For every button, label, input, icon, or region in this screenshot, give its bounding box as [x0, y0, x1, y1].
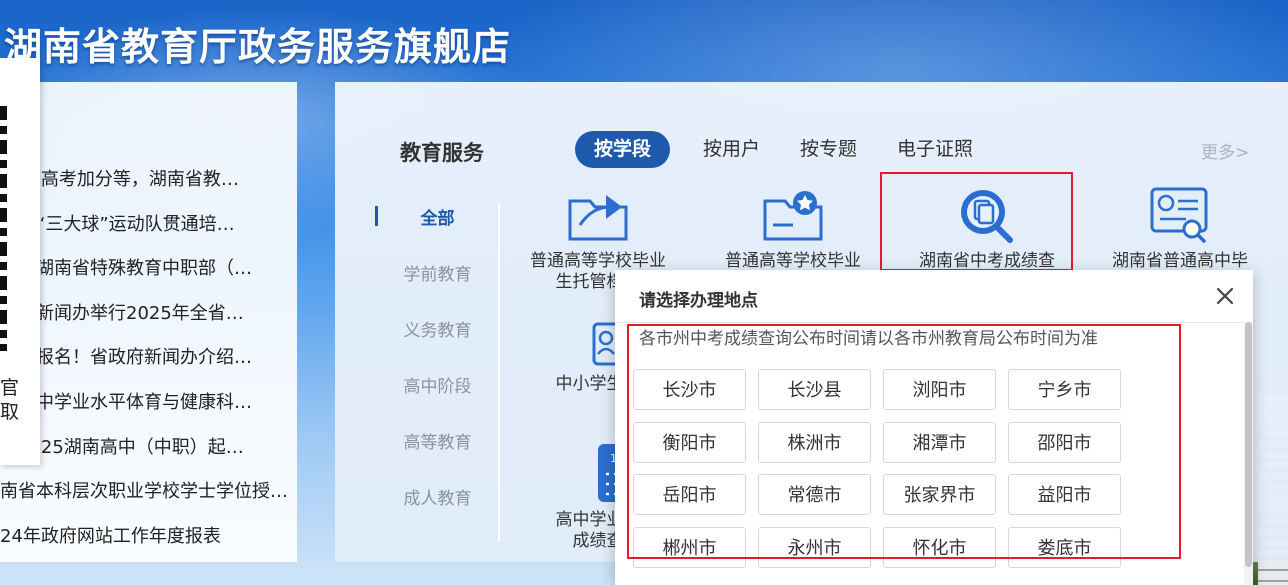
news-item[interactable]: 董《湖南省特殊教育中职部（…: [0, 251, 297, 296]
news-item[interactable]: 南省本科层次职业学校学士学位授…: [0, 474, 297, 519]
service-hs-graduate-cert[interactable]: 湖南省普通高中毕: [1090, 185, 1270, 272]
news-item[interactable]: 学校“三大球”运动队贯通培…: [0, 207, 297, 252]
modal-header: 请选择办理地点: [615, 270, 1253, 323]
highlight-box-cities: [627, 324, 1181, 559]
news-list: 26年高考加分等，湖南省教… 学校“三大球”运动队贯通培… 董《湖南省特殊教育中…: [0, 162, 297, 563]
tab-by-topic[interactable]: 按专题: [800, 131, 857, 168]
stage-divider: [498, 202, 500, 542]
modal-scrollbar[interactable]: [1244, 322, 1253, 585]
tab-by-stage[interactable]: 按学段: [575, 131, 671, 168]
highlight-box-service: [880, 172, 1073, 271]
archive-transfer-icon: [568, 195, 628, 241]
news-item[interactable]: 24年政府网站工作年度报表: [0, 519, 297, 564]
qr-code-image: [0, 106, 7, 351]
news-item[interactable]: 政府新闻办举行2025年全省…: [0, 296, 297, 341]
more-link[interactable]: 更多>: [1201, 138, 1249, 163]
news-item[interactable]: 26年高考加分等，湖南省教…: [0, 162, 297, 207]
news-item[interactable]: 考生报名！省政府新闻办介绍…: [0, 340, 297, 385]
service-label: 湖南省普通高中毕: [1112, 251, 1248, 271]
tab-e-license[interactable]: 电子证照: [897, 131, 973, 168]
news-panel: 26年高考加分等，湖南省教… 学校“三大球”运动队贯通培… 董《湖南省特殊教育中…: [0, 82, 297, 562]
site-title: 湖南省教育厅政务服务旗舰店: [4, 25, 512, 69]
modal-title: 请选择办理地点: [639, 291, 758, 311]
news-item[interactable]: ！2025湖南高中（中职）起…: [0, 430, 297, 475]
close-icon[interactable]: [1213, 284, 1237, 308]
qr-caption-line: 取: [0, 401, 20, 423]
section-title: 教育服务: [400, 141, 484, 165]
news-item[interactable]: 省初中学业水平体育与健康科…: [0, 385, 297, 430]
certificate-search-icon: [1150, 187, 1208, 243]
service-graduate-archive-2[interactable]: 普通高等学校毕业: [703, 185, 883, 272]
tab-by-user[interactable]: 按用户: [703, 131, 760, 168]
archive-star-icon: [763, 191, 823, 241]
qr-code-card: 官 取: [0, 58, 40, 465]
qr-caption-line: 官: [0, 377, 20, 399]
scroll-thumb[interactable]: [1245, 322, 1252, 567]
service-label: 普通高等学校毕业: [725, 251, 861, 271]
qr-caption: 官 取: [0, 376, 40, 424]
service-label: 普通高等学校毕业: [530, 251, 666, 271]
service-tabs: 按学段 按用户 按专题 电子证照: [575, 131, 1013, 168]
